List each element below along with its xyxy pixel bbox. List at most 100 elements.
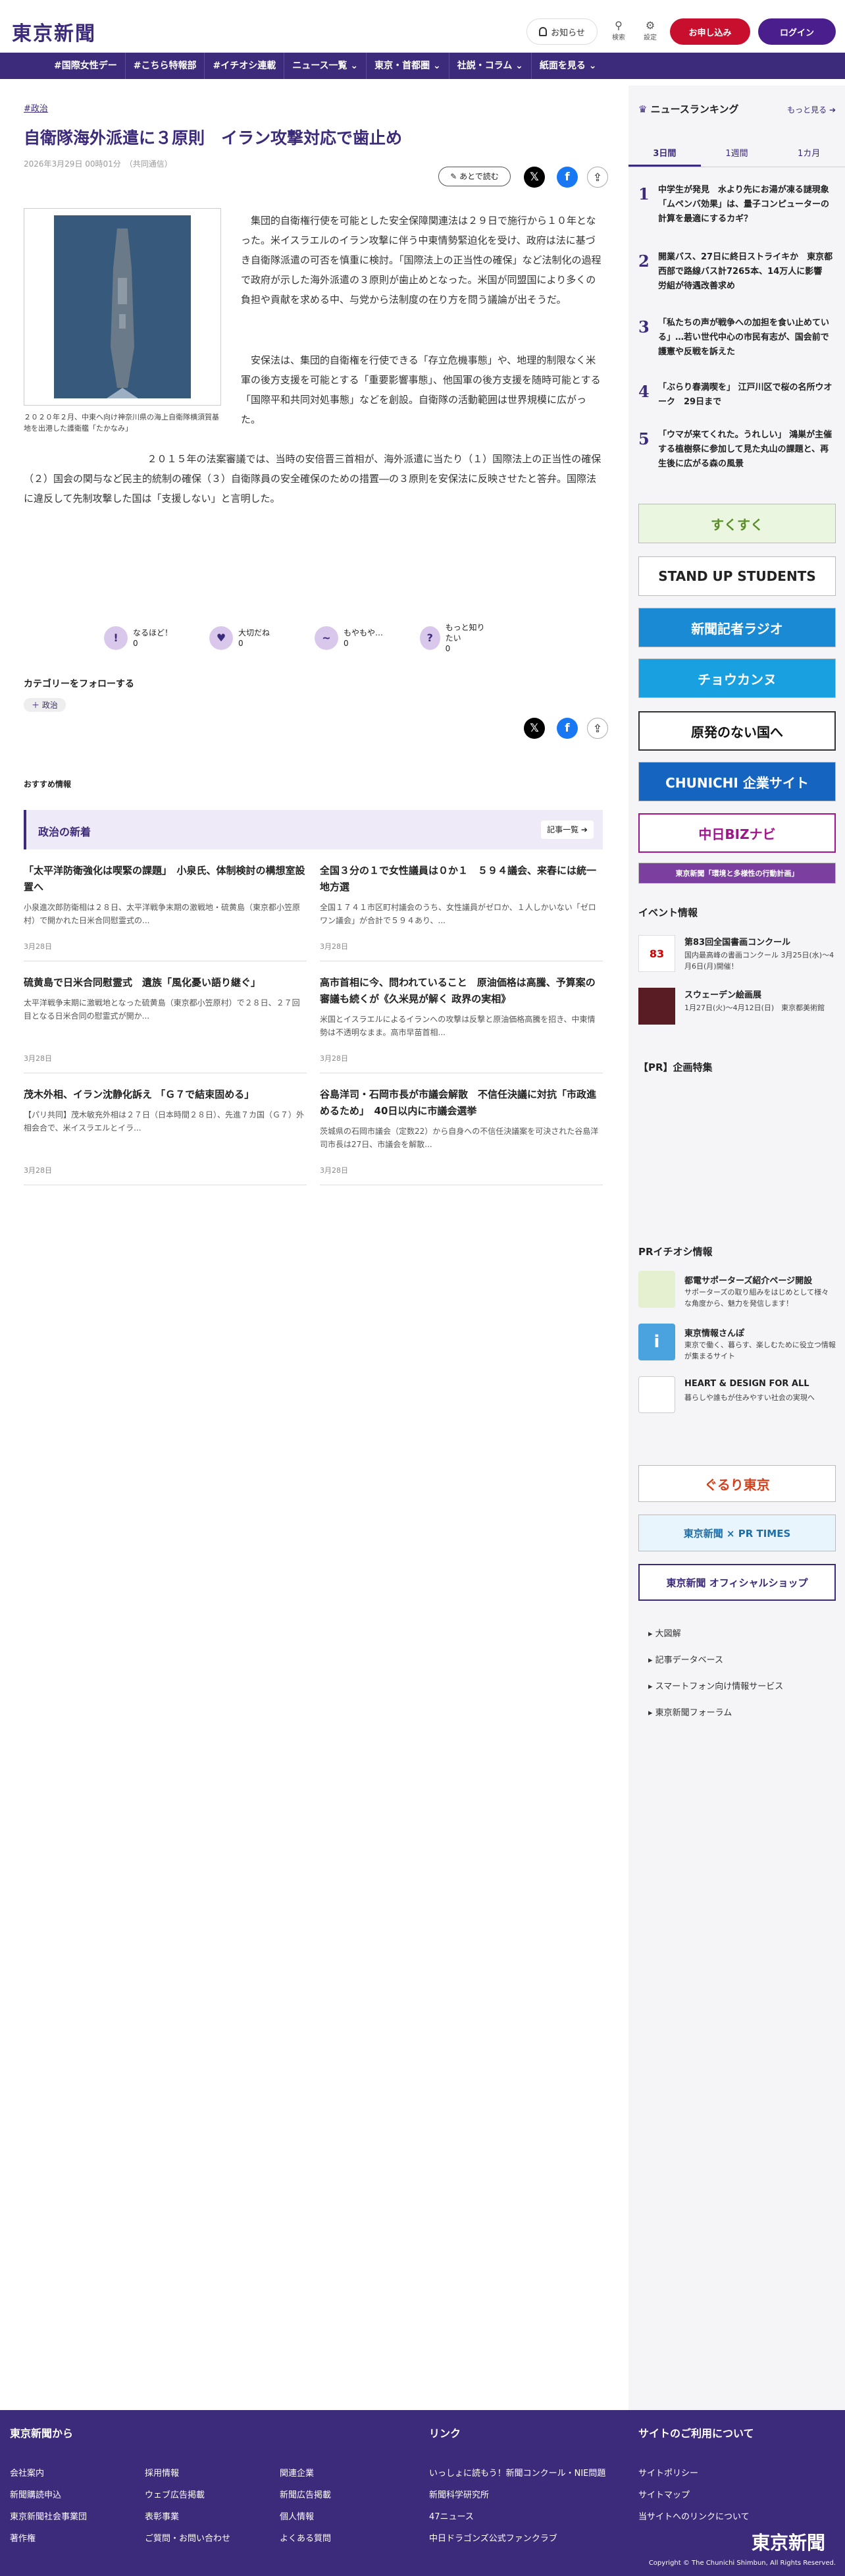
footer-link[interactable]: 個人情報 (280, 2509, 314, 2522)
pr-feature-heading: 【PR】企画特集 (638, 1061, 713, 1073)
banner-radio[interactable]: 新聞記者ラジオ (638, 608, 836, 647)
recommend-heading: おすすめ情報 (24, 780, 72, 789)
ranking-item[interactable]: 5 「ウマが来てくれた。うれしい」 鴻巣が主催する植樹祭に参加して見た丸山の課題と… (638, 428, 836, 471)
follow-tag[interactable]: ＋ 政治 (24, 698, 66, 712)
news-card[interactable]: 「太平洋防衛強化は喫緊の課題」 小泉氏、体制検討の構想室設置へ 小泉進次郎防衛相は… (24, 863, 307, 961)
reaction-taisetsu[interactable]: ♥ 大切だね 0 (209, 622, 282, 654)
banner-prtimes[interactable]: 東京新聞 × PR TIMES (638, 1515, 836, 1551)
banner-gururi-tokyo[interactable]: ぐるり東京 (638, 1465, 836, 1502)
banner-standup[interactable]: STAND UP STUDENTS (638, 556, 836, 596)
banner-official-shop[interactable]: 東京新聞 オフィシャルショップ (638, 1564, 836, 1601)
news-card[interactable]: 谷島洋司・石岡市長が市議会解散 不信任決議に対抗「市政進めるため」 40日以内に… (320, 1087, 603, 1185)
footer-link[interactable]: 47ニュース (429, 2509, 474, 2522)
banner-action-plan[interactable]: 東京新聞「環境と多様性の行動計画」 (638, 863, 836, 884)
nav-item[interactable]: 紙面を見る ⌄ (532, 53, 605, 79)
news-card[interactable]: 硫黄島で日米合同慰霊式 遺族「風化憂い語り継ぐ」 太平洋戦争末期に激戦地となった硫… (24, 975, 307, 1073)
footer-link[interactable]: 会社案内 (10, 2466, 44, 2479)
event-image (638, 988, 675, 1025)
footer-logo[interactable]: 東京新聞 (752, 2529, 825, 2555)
nav-item[interactable]: 社説・コラム ⌄ (449, 53, 532, 79)
side-link[interactable]: ▸ 大図解 (648, 1626, 681, 1639)
news-card[interactable]: 高市首相に今、問われていること 原油価格は高騰、予算案の審議も続くが《久米晃が解… (320, 975, 603, 1073)
side-link[interactable]: ▸ スマートフォン向け情報サービス (648, 1679, 783, 1692)
footer-link[interactable]: 中日ドラゴンズ公式ファンクラブ (429, 2531, 557, 2544)
footer-link[interactable]: 東京新聞社会事業団 (10, 2509, 87, 2522)
footer-link[interactable]: サイトポリシー (638, 2466, 698, 2479)
gear-icon: ⚙ (645, 19, 655, 32)
category-link[interactable]: #政治 (24, 101, 48, 114)
footer-link[interactable]: 新聞広告掲載 (280, 2488, 331, 2500)
footer-heading: 東京新聞から (10, 2427, 74, 2440)
bell-icon (539, 27, 548, 36)
warship-photo (54, 215, 191, 413)
footer-link[interactable]: 関連企業 (280, 2466, 314, 2479)
facebook-share-icon[interactable]: f (557, 718, 578, 739)
reaction-naruhodo[interactable]: ! なるほど！ 0 (104, 622, 176, 654)
footer-link[interactable]: よくある質問 (280, 2531, 331, 2544)
footer-link[interactable]: ご質問・お問い合わせ (145, 2531, 230, 2544)
banner-choukanne[interactable]: チョウカンヌ (638, 658, 836, 698)
tab-3days[interactable]: 3日間 (628, 141, 701, 167)
footer-link[interactable]: いっしょに読もう！新聞コンクール・NIE問題 (429, 2466, 605, 2479)
heart-icon: ♥ (209, 626, 233, 650)
article-photo[interactable] (24, 208, 221, 406)
pr-item[interactable]: 都電サポーターズ紹介ページ開設 サポーターズの取り組みをはじめとして様々な角度から… (638, 1271, 836, 1310)
nav-item[interactable]: #国際女性デー (46, 53, 126, 79)
banner-sukusuku[interactable]: すくすく (638, 504, 836, 543)
footer-link[interactable]: ウェブ広告掲載 (145, 2488, 205, 2500)
news-heading: 政治の新着 (38, 826, 91, 838)
news-card[interactable]: 全国３分の１で女性議員は０か１ ５９４議会、来春には統一地方選 全国１７４１市区町… (320, 863, 603, 961)
nav-item[interactable]: #こちら特報部 (126, 53, 205, 79)
copyright: Copyright © The Chunichi Shimbun, All Ri… (648, 2560, 836, 2567)
side-link[interactable]: ▸ 記事データベース (648, 1653, 723, 1665)
x-share-icon[interactable]: 𝕏 (524, 167, 545, 188)
share-icon[interactable]: ⇪ (587, 718, 608, 739)
event-item[interactable]: 83 第83回全国書画コンクール 国内最高峰の書画コンクール 3月25日(水)〜4月… (638, 935, 836, 975)
tab-1month[interactable]: 1カ月 (773, 141, 845, 167)
news-card[interactable]: 茂木外相、イラン沈静化訴え 「Ｇ７で結束固める」 【パリ共同】茂木敏充外相は２７日… (24, 1087, 307, 1185)
crown-icon: ♛ (638, 103, 651, 115)
footer-link[interactable]: 表彰事業 (145, 2509, 179, 2522)
footer-link[interactable]: 採用情報 (145, 2466, 179, 2479)
login-button[interactable]: ログイン (758, 18, 836, 45)
facebook-share-icon[interactable]: f (557, 167, 578, 188)
nav-item[interactable]: ニュース一覧 ⌄ (284, 53, 367, 79)
pr-item[interactable]: i 東京情報さんぽ 東京で働く、暮らす、楽しむために役立つ情報が集まるサイト (638, 1324, 836, 1363)
reaction-motto[interactable]: ? もっと知りたい 0 (420, 622, 492, 654)
footer-link[interactable]: サイトマップ (638, 2488, 690, 2500)
ranking-more-link[interactable]: もっと見る ➔ (787, 104, 836, 115)
read-later-button[interactable]: ✎ あとで読む (438, 167, 511, 186)
search-button[interactable]: ⚲ 検索 (607, 20, 630, 42)
main-nav: #国際女性デー #こちら特報部 #イチオシ連載 ニュース一覧 ⌄ 東京・首都圏 … (0, 53, 845, 79)
footer-link[interactable]: 著作権 (10, 2531, 36, 2544)
sidebar: ♛ ニュースランキング もっと見る ➔ 3日間 1週間 1カ月 1 中学生が発見 … (628, 86, 845, 2410)
x-share-icon[interactable]: 𝕏 (524, 718, 545, 739)
article-paragraph: 安保法は、集団的自衛権を行使できる「存立危機事態」や、地理的制限なく米軍の後方支… (241, 354, 601, 425)
footer-link[interactable]: 新聞購読申込 (10, 2488, 61, 2500)
ranking-item[interactable]: 3 「私たちの声が戦争への加担を食い止めている」…若い世代中心の市民有志が、国会前… (638, 316, 836, 360)
banner-bizu-navi[interactable]: 中日BIZナビ (638, 813, 836, 853)
ranking-item[interactable]: 2 開業バス、27日に終日ストライキか 東京都西部で路線バス計7265本、14万人… (638, 250, 836, 294)
nav-item[interactable]: #イチオシ連載 (205, 53, 285, 79)
settings-button[interactable]: ⚙ 設定 (638, 19, 662, 42)
pr-item[interactable]: HEART & DESIGN FOR ALL 暮らしや誰もが住みやすい社会の実現へ (638, 1376, 836, 1416)
notification-button[interactable]: お知らせ (526, 18, 598, 45)
news-more-button[interactable]: 記事一覧 ➔ (541, 820, 594, 839)
reaction-moyamoya[interactable]: ~ もやもや… 0 (315, 622, 387, 654)
subscribe-button[interactable]: お申し込み (670, 18, 750, 45)
nav-item[interactable]: 東京・首都圏 ⌄ (367, 53, 449, 79)
share-icon[interactable]: ⇪ (587, 167, 608, 188)
tab-1week[interactable]: 1週間 (701, 141, 773, 167)
site-header: 東京新聞 お知らせ ⚲ 検索 ⚙ 設定 お申し込み ログイン (0, 0, 845, 53)
site-logo[interactable]: 東京新聞 (12, 17, 96, 46)
ranking-item[interactable]: 4 「ぶらり春満喫を」 江戸川区で桜の名所ウオーク 29日まで (638, 381, 836, 410)
ranking-item[interactable]: 1 中学生が発見 水より先にお湯が凍る謎現象「ムペンバ効果」は、量子コンピューター… (638, 183, 836, 227)
ranking-tabs: 3日間 1週間 1カ月 (628, 141, 845, 167)
banner-genpatsu[interactable]: 原発のない国へ (638, 711, 836, 751)
banner-chunichi[interactable]: CHUNICHI 企業サイト (638, 762, 836, 801)
footer-heading: サイトのご利用について (638, 2427, 754, 2440)
event-item[interactable]: スウェーデン絵画展 1月27日(火)〜4月12日(日) 東京都美術館 (638, 988, 836, 1027)
footer-link[interactable]: 当サイトへのリンクについて (638, 2509, 750, 2522)
footer-link[interactable]: 新聞科学研究所 (429, 2488, 489, 2500)
side-link[interactable]: ▸ 東京新聞フォーラム (648, 1705, 732, 1718)
